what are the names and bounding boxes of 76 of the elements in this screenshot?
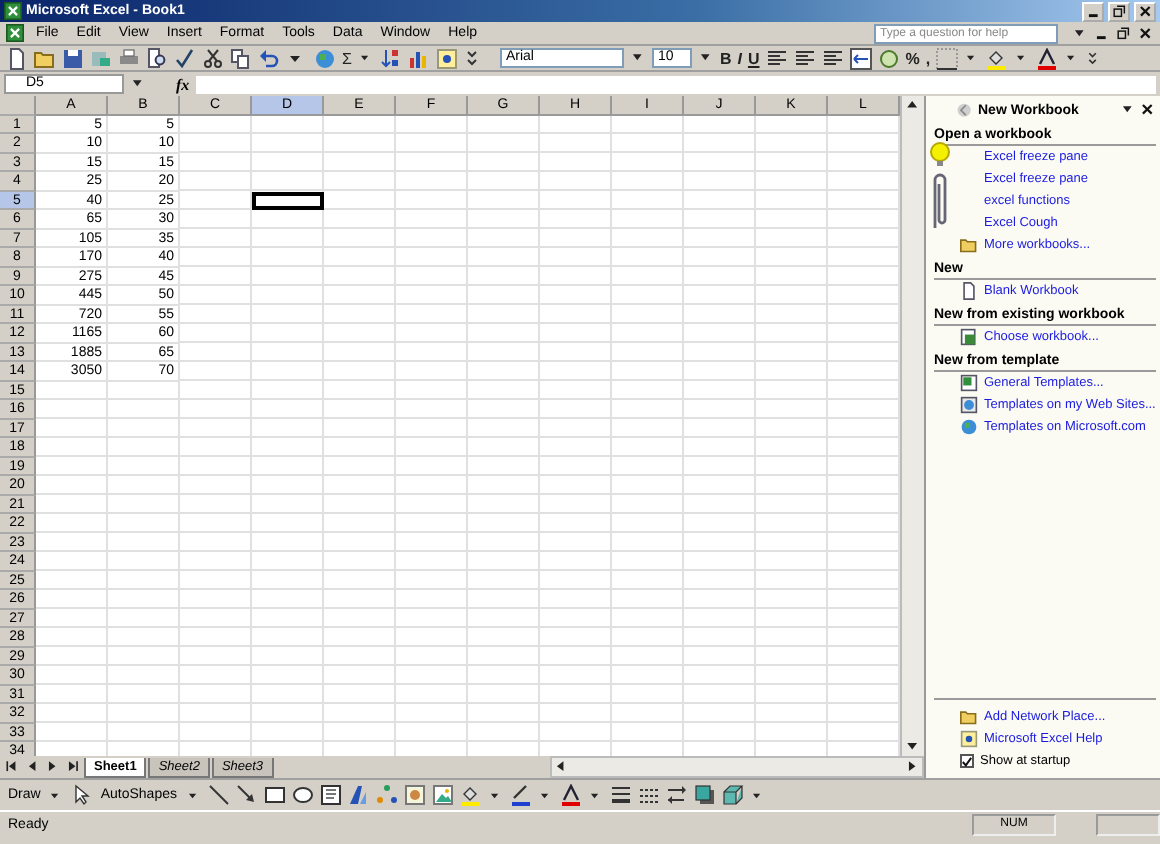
print-icon[interactable]: [118, 47, 140, 69]
format-button[interactable]: B: [719, 49, 732, 67]
arrow-icon[interactable]: [235, 784, 257, 806]
web-folder-icon[interactable]: [960, 396, 978, 414]
fill-color-icon[interactable]: [986, 47, 1009, 69]
forward-icon[interactable]: [956, 101, 974, 119]
align-left-icon[interactable]: [765, 47, 788, 69]
number-format-button[interactable]: %: [905, 49, 920, 67]
print-preview-icon[interactable]: [146, 47, 168, 69]
font-color-icon[interactable]: [1036, 47, 1059, 69]
text-box-icon[interactable]: [319, 784, 341, 806]
status-panel: [1096, 813, 1160, 835]
format-button[interactable]: U: [747, 49, 760, 67]
shadow-icon[interactable]: [693, 784, 715, 806]
globe-icon[interactable]: [960, 418, 978, 436]
cut-icon[interactable]: [202, 47, 224, 69]
merge-center-icon[interactable]: [849, 47, 872, 69]
oval-icon[interactable]: [291, 784, 313, 806]
active-cell[interactable]: [252, 191, 324, 210]
folder-icon[interactable]: [960, 708, 978, 726]
format-button[interactable]: I: [737, 49, 742, 67]
font-color-icon[interactable]: [559, 784, 581, 806]
last-sheet-icon[interactable]: [64, 758, 82, 776]
chart-icon[interactable]: [407, 47, 430, 69]
caret-icon[interactable]: [1119, 102, 1136, 118]
help-icon[interactable]: [435, 47, 458, 69]
spelling-icon[interactable]: [174, 47, 196, 69]
copy-icon[interactable]: [230, 47, 252, 69]
checkbox[interactable]: [960, 754, 974, 768]
pointer-icon[interactable]: [70, 784, 93, 806]
save-icon[interactable]: [62, 47, 84, 69]
caret-icon[interactable]: [697, 50, 714, 66]
picture-icon[interactable]: [431, 784, 453, 806]
3d-icon[interactable]: [721, 784, 743, 806]
diagram-icon[interactable]: [375, 784, 397, 806]
line-icon[interactable]: [207, 784, 229, 806]
workbook-icon[interactable]: [6, 24, 24, 42]
number-format-button[interactable]: ,: [925, 49, 931, 67]
document-icon[interactable]: [960, 282, 978, 300]
align-center-icon[interactable]: [793, 47, 816, 69]
caret-icon[interactable]: [357, 50, 374, 66]
line-style-icon[interactable]: [609, 784, 631, 806]
rectangle-icon[interactable]: [263, 784, 285, 806]
arrow-style-icon[interactable]: [665, 784, 687, 806]
formula-field[interactable]: [195, 75, 1156, 93]
close-icon[interactable]: [1139, 102, 1156, 118]
template-icon[interactable]: [960, 374, 978, 392]
caret-icon[interactable]: [130, 76, 146, 92]
help-icon[interactable]: [960, 730, 978, 748]
new-document-icon[interactable]: [6, 47, 28, 69]
close-button[interactable]: [1134, 1, 1156, 21]
dash-style-icon[interactable]: [637, 784, 659, 806]
restore-button[interactable]: [1108, 1, 1130, 21]
undo-icon[interactable]: [258, 47, 280, 69]
caret-icon[interactable]: [629, 50, 646, 66]
paperclip-drawing[interactable]: [928, 142, 952, 230]
line-color-icon[interactable]: [509, 784, 531, 806]
borders-icon[interactable]: [936, 47, 959, 69]
restore-icon: [1111, 3, 1127, 19]
wordart-icon[interactable]: [347, 784, 369, 806]
horizontal-scrollbar[interactable]: [550, 756, 924, 778]
autosum-button[interactable]: Σ: [342, 49, 352, 67]
clip-art-icon[interactable]: [403, 784, 425, 806]
vertical-scrollbar[interactable]: [900, 96, 924, 756]
fill-color-icon[interactable]: [459, 784, 481, 806]
insert-function-button[interactable]: fx: [176, 75, 190, 93]
app-icon: [4, 2, 22, 20]
folder-icon[interactable]: [960, 236, 978, 254]
restore-icon[interactable]: [1116, 25, 1132, 41]
close-icon: [1137, 3, 1153, 19]
align-right-icon[interactable]: [821, 47, 844, 69]
sort-icon[interactable]: [379, 47, 402, 69]
close-icon[interactable]: [1138, 25, 1154, 41]
folder-icon[interactable]: [34, 47, 56, 69]
minimize-button[interactable]: [1082, 1, 1104, 21]
workbook-icon[interactable]: [960, 328, 978, 346]
